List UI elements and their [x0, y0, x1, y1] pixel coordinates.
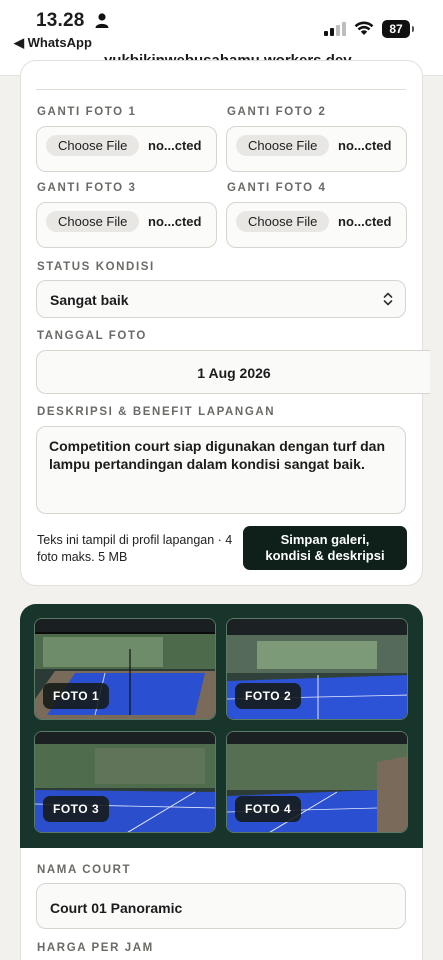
gallery-photo-2[interactable]: FOTO 2 — [226, 618, 408, 720]
choose-file-button[interactable]: Choose File — [236, 211, 330, 232]
upload-label-2: GANTI FOTO 2 — [227, 106, 327, 118]
choose-file-button[interactable]: Choose File — [46, 211, 140, 232]
gallery-photo-3[interactable]: FOTO 3 — [34, 731, 216, 833]
file-name: no...cted — [148, 138, 202, 153]
court-name-label: NAMA COURT — [37, 864, 132, 876]
photo-badge: FOTO 3 — [43, 796, 110, 822]
price-label: HARGA PER JAM — [37, 942, 154, 954]
description-textarea[interactable]: Competition court siap digunakan dengan … — [36, 426, 406, 514]
file-name: no...cted — [148, 214, 202, 229]
help-text: Teks ini tampil di profil lapangan · 4 f… — [37, 533, 233, 564]
save-button-line-1: Simpan galeri, — [280, 532, 370, 547]
section-divider — [36, 89, 406, 90]
photo-badge: FOTO 1 — [43, 683, 110, 709]
upload-label-3: GANTI FOTO 3 — [37, 182, 137, 194]
file-input-photo-4[interactable]: Choose File no...cted — [226, 202, 407, 248]
status-select[interactable]: Sangat baik — [36, 280, 406, 318]
gallery-photo-4[interactable]: FOTO 4 — [226, 731, 408, 833]
date-input[interactable]: 1 Aug 2026 — [36, 350, 430, 394]
photo-badge: FOTO 4 — [235, 796, 302, 822]
court-name-input[interactable]: Court 01 Panoramic — [36, 883, 406, 929]
photo-badge: FOTO 2 — [235, 683, 302, 709]
wifi-icon — [354, 21, 374, 35]
court-name-value: Court 01 Panoramic — [50, 900, 183, 916]
back-to-app-link[interactable]: ◀ WhatsApp — [14, 35, 92, 51]
cellular-signal-icon — [324, 22, 346, 36]
chevron-up-down-icon — [383, 292, 393, 306]
status-select-value: Sangat baik — [50, 292, 129, 308]
file-input-photo-1[interactable]: Choose File no...cted — [36, 126, 217, 172]
file-name: no...cted — [338, 214, 392, 229]
file-input-photo-3[interactable]: Choose File no...cted — [36, 202, 217, 248]
status-label: STATUS KONDISI — [37, 261, 155, 273]
save-gallery-button[interactable]: Simpan galeri, kondisi & deskripsi — [243, 526, 407, 570]
clock: 13.28 — [36, 10, 85, 31]
gallery-photo-1[interactable]: FOTO 1 — [34, 618, 216, 720]
upload-label-4: GANTI FOTO 4 — [227, 182, 327, 194]
description-label: DESKRIPSI & BENEFIT LAPANGAN — [37, 406, 276, 418]
upload-label-1: GANTI FOTO 1 — [37, 106, 137, 118]
choose-file-button[interactable]: Choose File — [236, 135, 330, 156]
file-name: no...cted — [338, 138, 392, 153]
save-button-line-2: kondisi & deskripsi — [265, 548, 385, 563]
person-icon — [95, 13, 109, 28]
battery-icon: 87 — [382, 20, 414, 38]
date-label: TANGGAL FOTO — [37, 330, 147, 342]
date-value: 1 Aug 2026 — [197, 365, 271, 381]
file-input-photo-2[interactable]: Choose File no...cted — [226, 126, 407, 172]
choose-file-button[interactable]: Choose File — [46, 135, 140, 156]
